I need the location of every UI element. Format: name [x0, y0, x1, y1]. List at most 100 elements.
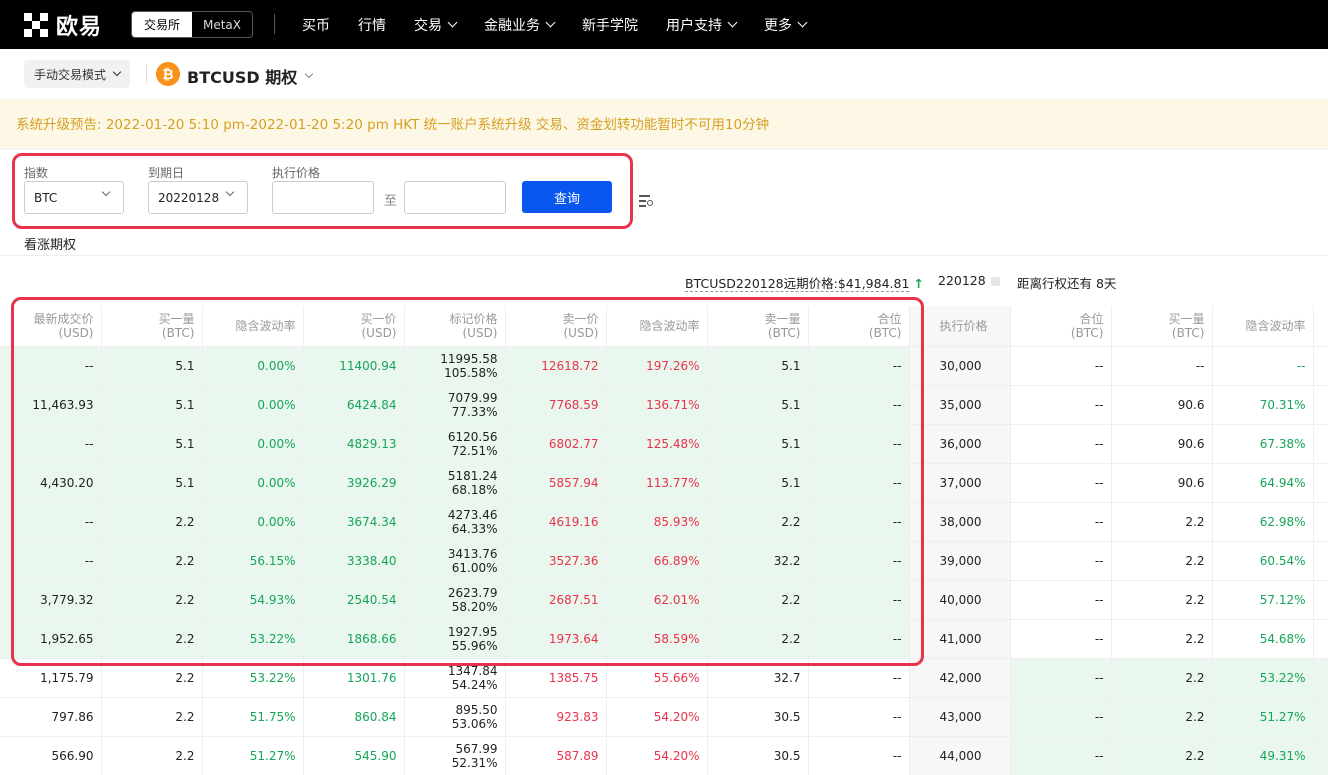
cell-p-pos[interactable]: --: [1010, 540, 1112, 580]
cell-last[interactable]: --: [0, 423, 102, 463]
cell-bid[interactable]: 11400.94: [303, 345, 405, 385]
cell-bid-iv[interactable]: 0.00%: [202, 384, 304, 424]
cell-ask-iv[interactable]: 197.26%: [606, 345, 708, 385]
cell-p-bid-iv[interactable]: 49.31%: [1212, 735, 1314, 775]
cell-p-bid-iv[interactable]: 51.27%: [1212, 696, 1314, 736]
cell-ask-size[interactable]: 30.5: [707, 735, 809, 775]
cell-p-bid-size[interactable]: 2.2: [1111, 657, 1213, 697]
cell-pos[interactable]: --: [808, 423, 910, 463]
menu-finance[interactable]: 金融业务: [484, 15, 556, 35]
cell-p-bid-iv[interactable]: 54.68%: [1212, 618, 1314, 658]
cell-mark[interactable]: 6120.56 72.51%: [404, 423, 506, 463]
cell-p-pos[interactable]: --: [1010, 579, 1112, 619]
cell-bid-iv[interactable]: 54.93%: [202, 579, 304, 619]
cell-bid[interactable]: 3338.40: [303, 540, 405, 580]
cell-p-bid-iv[interactable]: 67.38%: [1212, 423, 1314, 463]
cell-ask-iv[interactable]: 54.20%: [606, 735, 708, 775]
cell-bid-iv[interactable]: 51.75%: [202, 696, 304, 736]
cell-pos[interactable]: --: [808, 345, 910, 385]
cell-p-bid-iv[interactable]: 64.94%: [1212, 462, 1314, 502]
index-select[interactable]: BTC: [24, 181, 124, 214]
cell-ask-size[interactable]: 5.1: [707, 462, 809, 502]
cell-pos[interactable]: --: [808, 384, 910, 424]
cell-ask[interactable]: 6802.77: [505, 423, 607, 463]
cell-ask[interactable]: 12618.72: [505, 345, 607, 385]
cell-ask-iv[interactable]: 66.89%: [606, 540, 708, 580]
cell-bid[interactable]: 1301.76: [303, 657, 405, 697]
cell-last[interactable]: 797.86: [0, 696, 102, 736]
cell-bid-iv[interactable]: 0.00%: [202, 345, 304, 385]
cell-ask-size[interactable]: 5.1: [707, 423, 809, 463]
cell-p-bid-iv[interactable]: --: [1212, 345, 1314, 385]
cell-p-bid-size[interactable]: 90.6: [1111, 423, 1213, 463]
cell-ask[interactable]: 1385.75: [505, 657, 607, 697]
cell-ask[interactable]: 4619.16: [505, 501, 607, 541]
cell-bid-size[interactable]: 5.1: [101, 423, 203, 463]
table-row[interactable]: -- 2.2 0.00% 3674.34 4273.46 64.33% 4619.16 85.…: [0, 501, 1328, 541]
cell-ask-iv[interactable]: 58.59%: [606, 618, 708, 658]
cell-last[interactable]: 4,430.20: [0, 462, 102, 502]
cell-p-bid-size[interactable]: 2.2: [1111, 618, 1213, 658]
cell-mark[interactable]: 3413.76 61.00%: [404, 540, 506, 580]
sort-icon[interactable]: [990, 277, 1000, 286]
cell-p-pos[interactable]: --: [1010, 501, 1112, 541]
cell-bid[interactable]: 1868.66: [303, 618, 405, 658]
cell-mark[interactable]: 11995.58 105.58%: [404, 345, 506, 385]
cell-ask[interactable]: 3527.36: [505, 540, 607, 580]
cell-ask-iv[interactable]: 113.77%: [606, 462, 708, 502]
cell-mark[interactable]: 5181.24 68.18%: [404, 462, 506, 502]
trade-mode-select[interactable]: 手动交易模式: [24, 60, 131, 88]
cell-p-pos[interactable]: --: [1010, 462, 1112, 502]
cell-p-bid-iv[interactable]: 60.54%: [1212, 540, 1314, 580]
cell-bid-iv[interactable]: 0.00%: [202, 501, 304, 541]
cell-p-pos[interactable]: --: [1010, 384, 1112, 424]
cell-ask-size[interactable]: 2.2: [707, 501, 809, 541]
cell-bid-iv[interactable]: 53.22%: [202, 618, 304, 658]
cell-mark[interactable]: 2623.79 58.20%: [404, 579, 506, 619]
cell-bid[interactable]: 6424.84: [303, 384, 405, 424]
cell-pos[interactable]: --: [808, 657, 910, 697]
cell-p-bid-size[interactable]: --: [1111, 345, 1213, 385]
cell-ask[interactable]: 587.89: [505, 735, 607, 775]
cell-bid-size[interactable]: 2.2: [101, 579, 203, 619]
cell-p-pos[interactable]: --: [1010, 345, 1112, 385]
cell-p-pos[interactable]: --: [1010, 618, 1112, 658]
cell-bid-iv[interactable]: 0.00%: [202, 462, 304, 502]
cell-bid-iv[interactable]: 56.15%: [202, 540, 304, 580]
cell-ask-iv[interactable]: 62.01%: [606, 579, 708, 619]
cell-pos[interactable]: --: [808, 462, 910, 502]
cell-ask-iv[interactable]: 136.71%: [606, 384, 708, 424]
cell-p-bid-size[interactable]: 2.2: [1111, 501, 1213, 541]
cell-p-pos[interactable]: --: [1010, 423, 1112, 463]
cell-bid-size[interactable]: 2.2: [101, 696, 203, 736]
menu-more[interactable]: 更多: [764, 15, 808, 35]
cell-ask[interactable]: 7768.59: [505, 384, 607, 424]
table-row[interactable]: 1,952.65 2.2 53.22% 1868.66 1927.95 55.96% 197…: [0, 618, 1328, 658]
cell-p-bid-iv[interactable]: 62.98%: [1212, 501, 1314, 541]
menu-support[interactable]: 用户支持: [666, 15, 738, 35]
expiry-select[interactable]: 20220128: [148, 181, 248, 214]
cell-ask-size[interactable]: 2.2: [707, 579, 809, 619]
cell-p-bid-size[interactable]: 2.2: [1111, 735, 1213, 775]
cell-bid-iv[interactable]: 51.27%: [202, 735, 304, 775]
cell-last[interactable]: --: [0, 345, 102, 385]
cell-ask-size[interactable]: 5.1: [707, 384, 809, 424]
strike-max-input[interactable]: [404, 181, 506, 214]
cell-pos[interactable]: --: [808, 735, 910, 775]
cell-bid-size[interactable]: 5.1: [101, 345, 203, 385]
cell-bid-size[interactable]: 5.1: [101, 384, 203, 424]
cell-ask[interactable]: 2687.51: [505, 579, 607, 619]
cell-bid-iv[interactable]: 0.00%: [202, 423, 304, 463]
cell-mark[interactable]: 7079.99 77.33%: [404, 384, 506, 424]
cell-bid[interactable]: 860.84: [303, 696, 405, 736]
cell-pos[interactable]: --: [808, 540, 910, 580]
cell-pos[interactable]: --: [808, 618, 910, 658]
table-row[interactable]: -- 5.1 0.00% 11400.94 11995.58 105.58% 12618.7…: [0, 345, 1328, 385]
cell-mark[interactable]: 1347.84 54.24%: [404, 657, 506, 697]
cell-ask[interactable]: 5857.94: [505, 462, 607, 502]
cell-p-bid-size[interactable]: 90.6: [1111, 384, 1213, 424]
cell-pos[interactable]: --: [808, 696, 910, 736]
cell-p-pos[interactable]: --: [1010, 696, 1112, 736]
cell-last[interactable]: 1,952.65: [0, 618, 102, 658]
cell-p-bid-size[interactable]: 2.2: [1111, 579, 1213, 619]
